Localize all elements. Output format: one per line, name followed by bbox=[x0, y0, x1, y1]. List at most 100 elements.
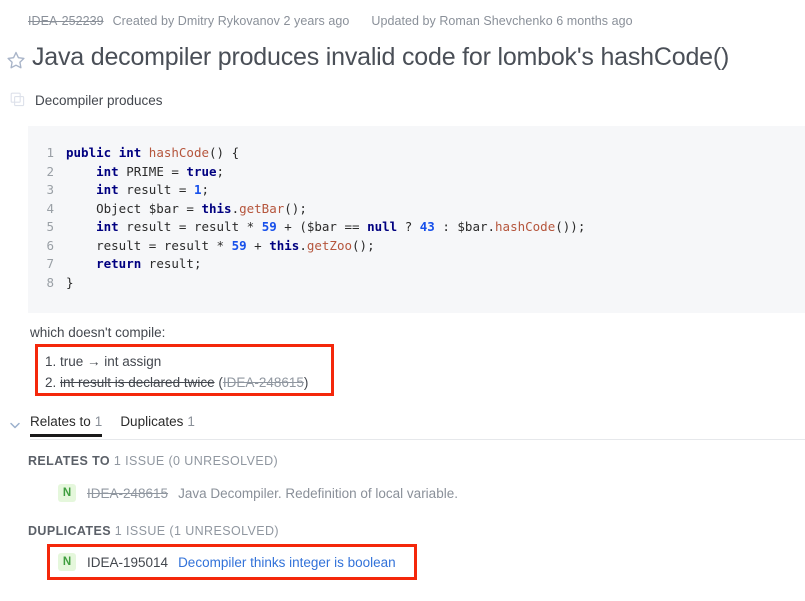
issue-id-label[interactable]: IDEA-252239 bbox=[28, 14, 104, 28]
section-heading-duplicates-label: DUPLICATES bbox=[28, 524, 111, 538]
list-item-2-paren-open: ( bbox=[214, 375, 223, 390]
code-line-text: } bbox=[66, 274, 74, 293]
code-token: this bbox=[269, 237, 300, 253]
code-token: int bbox=[118, 145, 142, 160]
linked-issue-row-duplicate[interactable]: N IDEA-195014 Decompiler thinks integer … bbox=[58, 553, 396, 571]
code-token: 59 bbox=[261, 219, 277, 234]
tab-label: Relates to bbox=[30, 414, 91, 429]
tabs-underline bbox=[30, 439, 805, 440]
code-token: result; bbox=[141, 256, 202, 271]
issue-type-badge: N bbox=[58, 553, 76, 571]
code-token: 43 bbox=[419, 219, 435, 234]
links-tabs-wrap: Relates to 1 Duplicates 1 bbox=[0, 412, 805, 442]
copy-icon bbox=[10, 92, 26, 108]
section-heading-relates-to-label: RELATES TO bbox=[28, 454, 111, 468]
code-line-text: return result; bbox=[66, 255, 201, 274]
code-line-text: public int hashCode() { bbox=[66, 144, 239, 163]
code-line: 5 int result = result * 59 + ($bar == nu… bbox=[28, 218, 805, 237]
code-line-number: 4 bbox=[46, 200, 54, 216]
code-line-number: 3 bbox=[46, 182, 54, 197]
tab-count: 1 bbox=[187, 414, 195, 429]
section-heading-duplicates: DUPLICATES 1 ISSUE (1 UNRESOLVED) bbox=[28, 524, 279, 538]
code-token: getZoo bbox=[306, 237, 353, 253]
section-heading-relates-to-count: 1 ISSUE (0 UNRESOLVED) bbox=[110, 454, 279, 468]
code-token: result = result * bbox=[66, 237, 232, 253]
code-line-number: 8 bbox=[46, 274, 54, 290]
issue-updated-label: Updated by Roman Shevchenko 6 months ago bbox=[371, 14, 633, 28]
code-token: hashCode bbox=[148, 145, 210, 160]
code-line: 1 public int hashCode() { bbox=[28, 144, 805, 163]
code-block[interactable]: 1 public int hashCode() {2 int PRIME = tr… bbox=[28, 126, 805, 313]
code-token: (); bbox=[284, 200, 307, 216]
code-line-text: result = result * 59 + this.getZoo(); bbox=[66, 237, 375, 256]
code-line-text: int PRIME = true; bbox=[66, 163, 224, 182]
title-row: Java decompiler produces invalid code fo… bbox=[6, 43, 729, 72]
code-token: return bbox=[96, 256, 142, 271]
code-token: result = bbox=[118, 182, 194, 197]
code-line-number: 2 bbox=[46, 163, 54, 179]
code-token: () { bbox=[209, 145, 240, 160]
code-token: public bbox=[66, 145, 112, 160]
tab-label: Duplicates bbox=[120, 414, 184, 429]
section-heading-duplicates-count: 1 ISSUE (1 UNRESOLVED) bbox=[110, 524, 279, 538]
linked-issue-key[interactable]: IDEA-248615 bbox=[87, 486, 168, 501]
description-text: Decompiler produces bbox=[35, 92, 163, 108]
code-line-number: 7 bbox=[46, 256, 54, 271]
code-token: ; bbox=[216, 163, 225, 179]
code-line: 7 return result; bbox=[28, 255, 805, 274]
compile-list-item-2: 2. int result is declared twice (IDEA-24… bbox=[45, 372, 308, 393]
star-outline-icon[interactable] bbox=[6, 50, 26, 70]
code-line: 4 Object $bar = this.getBar(); bbox=[28, 200, 805, 219]
linked-issue-row-relates[interactable]: N IDEA-248615 Java Decompiler. Redefinit… bbox=[58, 484, 458, 502]
code-token: this bbox=[201, 200, 232, 216]
code-token: 59 bbox=[231, 237, 247, 253]
code-token: (); bbox=[352, 237, 375, 253]
chevron-down-icon[interactable] bbox=[8, 418, 22, 432]
section-heading-relates-to: RELATES TO 1 ISSUE (0 UNRESOLVED) bbox=[28, 454, 278, 468]
issue-meta-row: IDEA-252239 Created by Dmitry Rykovanov 2… bbox=[28, 14, 633, 28]
page-title: Java decompiler produces invalid code fo… bbox=[32, 43, 730, 71]
code-token: ? bbox=[397, 219, 420, 234]
code-token: : $bar. bbox=[434, 219, 496, 234]
code-token: true bbox=[186, 163, 217, 179]
code-line-number: 1 bbox=[46, 145, 54, 160]
code-line: 3 int result = 1; bbox=[28, 181, 805, 200]
code-line-text: int result = result * 59 + ($bar == null… bbox=[66, 218, 585, 237]
code-token: . bbox=[231, 200, 240, 216]
code-line-number: 6 bbox=[46, 237, 54, 253]
code-token: ; bbox=[201, 182, 210, 197]
code-token: PRIME = bbox=[118, 163, 187, 179]
code-line: 8} bbox=[28, 274, 805, 293]
code-token: ()); bbox=[555, 219, 586, 234]
compile-note: which doesn't compile: bbox=[30, 325, 166, 340]
code-token: + ($bar == bbox=[276, 219, 368, 234]
code-line-text: Object $bar = this.getBar(); bbox=[66, 200, 307, 219]
code-token: . bbox=[299, 237, 307, 253]
code-token: int bbox=[96, 163, 119, 179]
compile-issue-list: 1. true → int assign 2. int result is de… bbox=[45, 351, 308, 393]
linked-issue-key[interactable]: IDEA-195014 bbox=[87, 555, 168, 570]
code-token: int bbox=[96, 219, 119, 234]
list-item-2-text: int result is declared twice bbox=[60, 375, 215, 390]
code-line-number: 5 bbox=[46, 219, 54, 234]
code-token: result = result * bbox=[118, 219, 262, 234]
code-token: + bbox=[246, 237, 270, 253]
tab-duplicates[interactable]: Duplicates 1 bbox=[120, 412, 195, 437]
code-line: 2 int PRIME = true; bbox=[28, 163, 805, 182]
compile-list-item-1: 1. true → int assign bbox=[45, 354, 162, 369]
code-token: hashCode bbox=[495, 219, 556, 234]
linked-issue-summary[interactable]: Java Decompiler. Redefinition of local v… bbox=[178, 486, 458, 501]
issue-created-label: Created by Dmitry Rykovanov 2 years ago bbox=[112, 14, 350, 28]
list-item-2-issue-link[interactable]: IDEA-248615 bbox=[223, 375, 304, 390]
code-token: int bbox=[96, 182, 119, 197]
tab-relates-to[interactable]: Relates to 1 bbox=[30, 412, 103, 437]
code-token: null bbox=[367, 219, 398, 234]
code-line-text: int result = 1; bbox=[66, 181, 209, 200]
list-item-2-paren-close: ) bbox=[303, 375, 309, 390]
linked-issue-summary[interactable]: Decompiler thinks integer is boolean bbox=[178, 555, 396, 570]
code-token: Object $bar = bbox=[66, 200, 202, 216]
